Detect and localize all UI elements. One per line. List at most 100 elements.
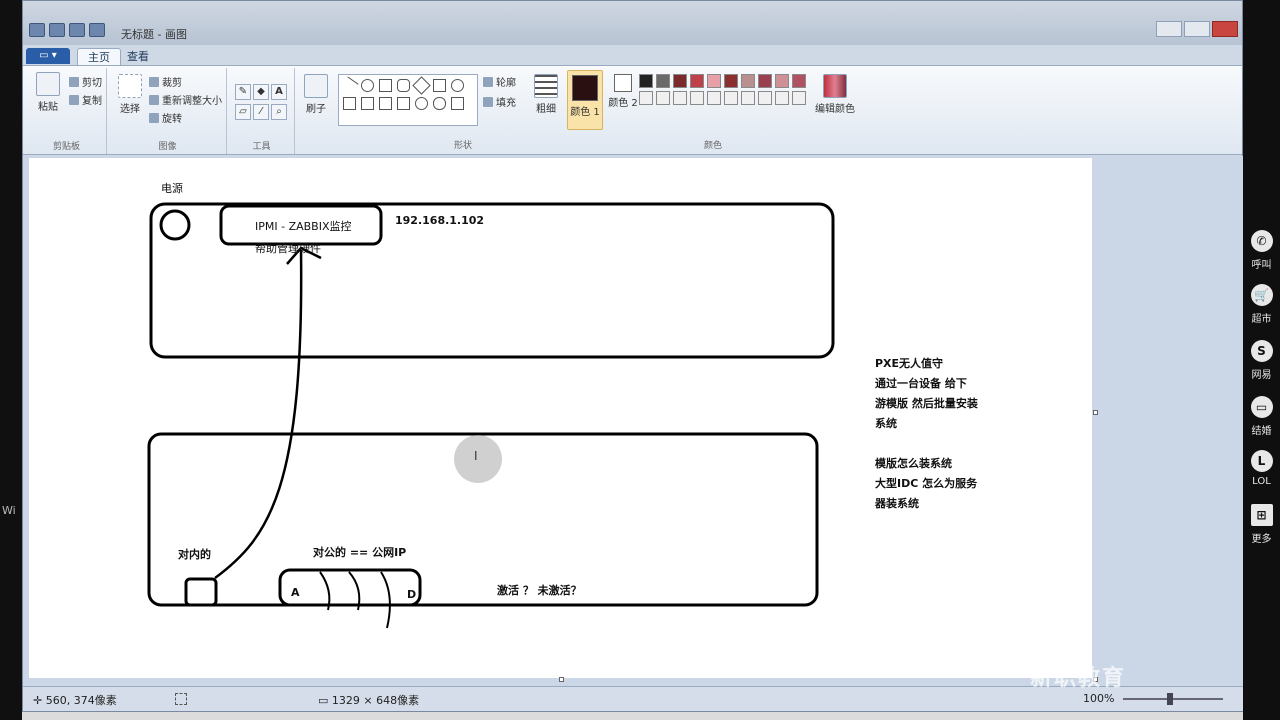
- palette-color-cell[interactable]: [656, 91, 670, 105]
- resize-button[interactable]: 重新调整大小: [149, 92, 222, 107]
- palette-color-cell[interactable]: [758, 91, 772, 105]
- close-button[interactable]: [1212, 21, 1238, 37]
- canvas-area: 电源 IPMI - ZABBIX监控 帮助管理硬件 192.168.1.102 …: [23, 156, 1244, 686]
- arrow-right-shape[interactable]: [343, 97, 356, 110]
- chat-label: 结婚: [1251, 426, 1272, 437]
- callout-shape[interactable]: [433, 97, 446, 110]
- arrow-up-shape[interactable]: [379, 97, 392, 110]
- zoom-slider-thumb[interactable]: [1167, 693, 1173, 705]
- select-button[interactable]: 选择: [113, 74, 147, 115]
- palette-color-cell[interactable]: [775, 74, 789, 88]
- arrow-down-shape[interactable]: [397, 97, 410, 110]
- edit-colors-button[interactable]: 编辑颜色: [813, 74, 857, 115]
- palette-color-cell[interactable]: [741, 74, 755, 88]
- palette-color-cell[interactable]: [792, 74, 806, 88]
- crop-button[interactable]: 裁剪: [149, 74, 182, 89]
- internal-port-box: [184, 577, 218, 607]
- power-label: 电源: [161, 182, 183, 195]
- diamond-shape[interactable]: [412, 76, 431, 95]
- brushes-button[interactable]: 刷子: [299, 74, 333, 115]
- text-tool-icon[interactable]: A: [271, 84, 287, 100]
- redo-icon[interactable]: [89, 23, 105, 37]
- pencil-icon[interactable]: ✎: [235, 84, 251, 100]
- activation-label: 激活 ？ 未激活？: [497, 584, 582, 597]
- selection-size-icon: [175, 693, 187, 705]
- canvas-resize-handle-right[interactable]: [1093, 410, 1098, 415]
- rotate-button[interactable]: 旋转: [149, 110, 182, 125]
- drawing-canvas[interactable]: 电源 IPMI - ZABBIX监控 帮助管理硬件 192.168.1.102 …: [29, 158, 1092, 678]
- eraser-icon[interactable]: ▱: [235, 104, 251, 120]
- palette-color-cell[interactable]: [656, 74, 670, 88]
- desktop-right-sidebar: ✆ 呼叫 🛒 超市 S 网易 ▭ 结婚 L LOL ⊞ 更多: [1243, 0, 1280, 720]
- pxe-note-line: 系统: [875, 417, 897, 430]
- app-icon[interactable]: [29, 23, 45, 37]
- file-menu-button[interactable]: ▭ ▾: [26, 48, 70, 64]
- star-shape[interactable]: [415, 97, 428, 110]
- color-picker-icon[interactable]: ⁄: [253, 104, 269, 120]
- arrow-left-shape[interactable]: [361, 97, 374, 110]
- paste-button[interactable]: 粘贴: [31, 72, 65, 113]
- more-shortcut[interactable]: ⊞ 更多: [1243, 504, 1280, 545]
- palette-color-cell[interactable]: [707, 91, 721, 105]
- lol-icon: L: [1250, 450, 1273, 472]
- fill-icon[interactable]: ◆: [253, 84, 269, 100]
- palette-color-cell[interactable]: [741, 91, 755, 105]
- pentagon-shape[interactable]: [451, 79, 464, 92]
- maximize-button[interactable]: [1184, 21, 1210, 37]
- zoom-level: 100%: [1083, 692, 1115, 705]
- watermark: 新职教育: [1030, 666, 1127, 691]
- zoom-slider[interactable]: [1123, 693, 1223, 705]
- magnifier-icon[interactable]: ⌕: [271, 104, 287, 120]
- palette-color-cell[interactable]: [758, 74, 772, 88]
- resize-icon: [149, 95, 159, 105]
- cart-shortcut[interactable]: 🛒 超市: [1243, 284, 1280, 325]
- tab-home[interactable]: 主页: [77, 48, 121, 65]
- line-shape[interactable]: [340, 76, 359, 95]
- globe-shortcut[interactable]: S 网易: [1243, 340, 1280, 381]
- shapes-gallery[interactable]: [338, 74, 478, 126]
- resize-label: 重新调整大小: [162, 96, 222, 107]
- copy-button[interactable]: 复制: [69, 92, 102, 107]
- color2-button[interactable]: 颜色 2: [605, 74, 641, 109]
- cart-icon: 🛒: [1250, 284, 1273, 306]
- undo-icon[interactable]: [69, 23, 85, 37]
- color1-button[interactable]: 颜色 1: [567, 70, 603, 130]
- chat-shortcut[interactable]: ▭ 结婚: [1243, 396, 1280, 437]
- outline-button[interactable]: 轮廓: [483, 74, 516, 89]
- save-icon[interactable]: [49, 23, 65, 37]
- canvas-resize-handle-bottom[interactable]: [559, 677, 564, 682]
- size-button[interactable]: 粗细: [529, 74, 563, 115]
- ipmi-connection-arrow: [214, 249, 303, 580]
- image-group: 选择 裁剪 重新调整大小 旋转 图像: [109, 68, 227, 154]
- palette-color-cell[interactable]: [724, 74, 738, 88]
- heart-shape[interactable]: [451, 97, 464, 110]
- ipmi-sub-label: 帮助管理硬件: [255, 242, 321, 255]
- cut-button[interactable]: 剪切: [69, 74, 102, 89]
- minimize-button[interactable]: [1156, 21, 1182, 37]
- rectangle-shape[interactable]: [379, 79, 392, 92]
- palette-color-cell[interactable]: [639, 74, 653, 88]
- palette-color-cell[interactable]: [673, 91, 687, 105]
- palette-color-cell[interactable]: [690, 91, 704, 105]
- phone-shortcut[interactable]: ✆ 呼叫: [1243, 230, 1280, 271]
- rounded-rect-shape[interactable]: [397, 79, 410, 92]
- paste-icon: [36, 72, 60, 96]
- fill-button[interactable]: 填充: [483, 94, 516, 109]
- palette-color-cell[interactable]: [775, 91, 789, 105]
- mouse-cursor-highlight: I: [454, 435, 502, 483]
- palette-color-cell[interactable]: [690, 74, 704, 88]
- palette-color-cell[interactable]: [792, 91, 806, 105]
- idc-note-line: 器装系统: [875, 497, 919, 510]
- window-title: 无标题 - 画图: [121, 28, 187, 41]
- lol-shortcut[interactable]: L LOL: [1243, 450, 1280, 487]
- palette-color-cell[interactable]: [639, 91, 653, 105]
- tools-group-label: 工具: [252, 142, 271, 152]
- triangle-shape[interactable]: [433, 79, 446, 92]
- oval-shape[interactable]: [361, 79, 374, 92]
- tab-view[interactable]: 查看: [117, 48, 159, 65]
- palette-color-cell[interactable]: [673, 74, 687, 88]
- color2-swatch: [614, 74, 632, 92]
- palette-color-cell[interactable]: [724, 91, 738, 105]
- edit-colors-label: 编辑颜色: [815, 104, 855, 115]
- palette-color-cell[interactable]: [707, 74, 721, 88]
